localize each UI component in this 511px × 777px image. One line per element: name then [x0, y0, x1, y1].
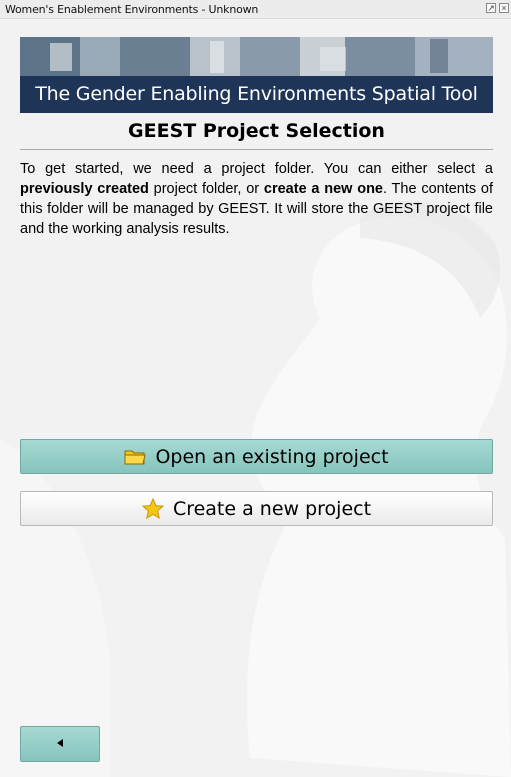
intro-part-2: project folder, or [148, 181, 264, 197]
float-icon[interactable]: ↗ [486, 3, 496, 13]
banner-caption: The Gender Enabling Environments Spatial… [20, 76, 493, 113]
create-new-project-button[interactable]: Create a new project [20, 491, 493, 526]
open-existing-project-label: Open an existing project [155, 445, 389, 468]
folder-icon [124, 448, 147, 466]
open-existing-project-button[interactable]: Open an existing project [20, 439, 493, 474]
create-new-project-label: Create a new project [172, 497, 372, 520]
close-icon[interactable]: × [499, 3, 509, 13]
intro-text: To get started, we need a project folder… [20, 159, 493, 239]
banner-photo [20, 37, 493, 77]
star-icon [141, 498, 164, 519]
back-button[interactable] [20, 726, 100, 762]
intro-bold-1: previously created [20, 181, 149, 197]
back-arrow-icon [55, 735, 65, 753]
page-title: GEEST Project Selection [128, 120, 385, 142]
intro-part-1: To get started, we need a project folder… [20, 161, 493, 177]
window-titlebar: Women's Enablement Environments - Unknow… [0, 0, 511, 19]
window-title: Women's Enablement Environments - Unknow… [5, 3, 259, 16]
title-divider [20, 149, 493, 150]
intro-bold-2: create a new one [263, 181, 384, 197]
header-banner: The Gender Enabling Environments Spatial… [20, 37, 493, 113]
